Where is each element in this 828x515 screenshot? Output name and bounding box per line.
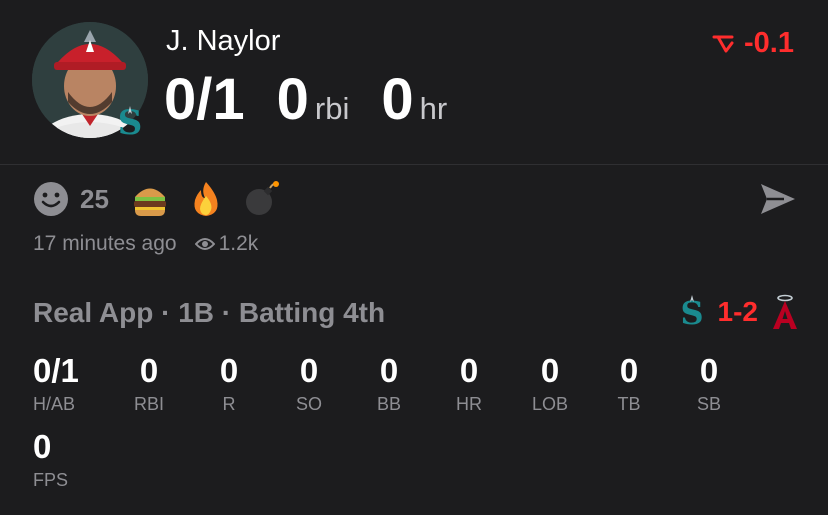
burger-emoji[interactable] (131, 180, 169, 218)
player-name[interactable]: J. Naylor (166, 25, 280, 58)
score-value: 1-2 (717, 296, 758, 327)
stat-r: 0R (219, 352, 239, 414)
share-send-icon[interactable] (758, 181, 798, 217)
player-stat-line: 0/1 0 rbi 0 hr (164, 66, 447, 133)
hr-value: 0 (381, 67, 414, 132)
trend-down-icon (712, 35, 734, 52)
stat-h-ab: 0/1 H/AB (33, 352, 79, 414)
game-score[interactable]: S 1-2 (680, 293, 798, 331)
reaction-count: 25 (80, 183, 109, 214)
mariners-logo-icon: S (680, 294, 703, 331)
smiley-icon[interactable] (32, 180, 70, 218)
stat-rbi: 0 RBI (134, 352, 165, 414)
stat-bb: 0 BB (376, 352, 401, 414)
angels-logo-icon (773, 294, 797, 329)
rbi-unit: rbi (314, 91, 350, 126)
stat-fps: 0 FPS (33, 428, 69, 490)
stat-tb: 0 TB (617, 352, 641, 414)
bomb-emoji[interactable] (243, 180, 281, 218)
reactions-bar: 25 (32, 180, 299, 218)
stat-sb: 0 SB (696, 352, 721, 414)
view-count: 1.2k (218, 232, 259, 255)
rbi-value: 0 (276, 67, 309, 132)
mariners-logo-icon: S (114, 103, 146, 143)
delta-value: -0.1 (744, 27, 794, 59)
post-meta: 17 minutes ago 1.2k (33, 232, 258, 256)
hits-at-bats: 0/1 (164, 67, 245, 132)
stat-lob: 0 LOB (531, 352, 569, 414)
fire-emoji[interactable] (187, 180, 225, 218)
hr-unit: hr (419, 91, 448, 126)
score-delta: -0.1 (712, 27, 794, 60)
eye-icon (194, 238, 215, 250)
game-context: Real App · 1B · Batting 4th (33, 297, 386, 328)
stat-hr: 0 HR (456, 352, 482, 414)
divider (0, 164, 828, 165)
stat-so: 0 SO (295, 352, 322, 414)
post-time: 17 minutes ago (33, 232, 177, 255)
